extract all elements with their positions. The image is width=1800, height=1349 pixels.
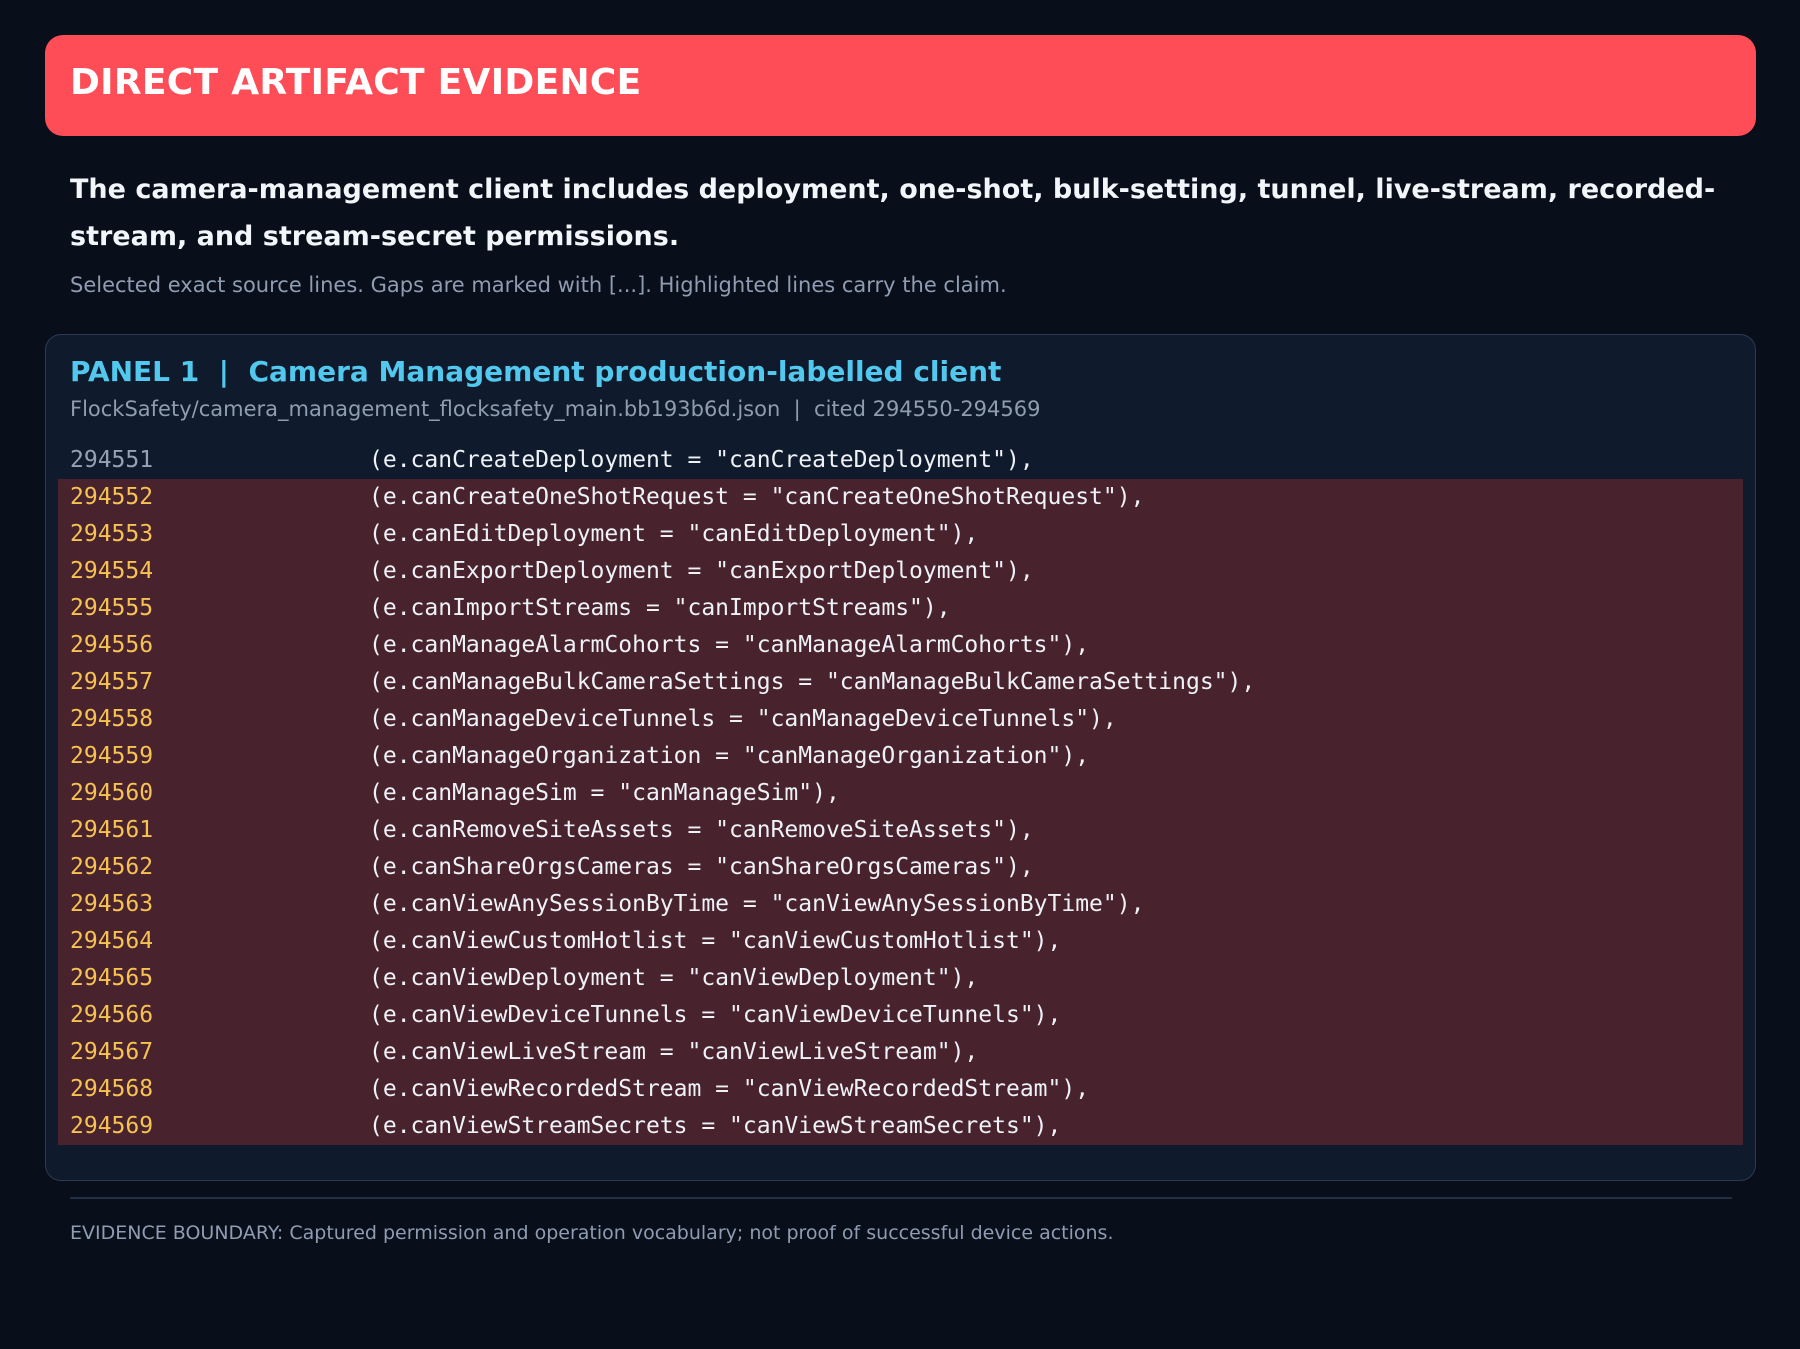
line-number: 294564 xyxy=(70,928,154,954)
line-number: 294551 xyxy=(70,447,154,473)
highlighted-code-line: 294560 (e.canManageSim = "canManageSim"), xyxy=(58,775,1743,812)
highlighted-code-line: 294563 (e.canViewAnySessionByTime = "canV… xyxy=(58,886,1743,923)
line-number: 294553 xyxy=(70,521,154,547)
highlighted-code-line: 294568 (e.canViewRecordedStream = "canVie… xyxy=(58,1071,1743,1108)
footer-divider xyxy=(70,1197,1732,1199)
line-number: 294557 xyxy=(70,669,154,695)
highlighted-code-line: 294564 (e.canViewCustomHotlist = "canView… xyxy=(58,923,1743,960)
highlighted-code-line: 294562 (e.canShareOrgsCameras = "canShare… xyxy=(58,849,1743,886)
highlighted-code-line: 294555 (e.canImportStreams = "canImportSt… xyxy=(58,590,1743,627)
line-code: (e.canRemoveSiteAssets = "canRemoveSiteA… xyxy=(369,817,1034,843)
line-code: (e.canViewDeviceTunnels = "canViewDevice… xyxy=(369,1002,1062,1028)
claim-headline: The camera-management client includes de… xyxy=(70,174,1716,252)
claim-subnote: Selected exact source lines. Gaps are ma… xyxy=(70,273,1007,297)
line-code: (e.canViewCustomHotlist = "canViewCustom… xyxy=(369,928,1062,954)
evidence-boundary-note: EVIDENCE BOUNDARY: Captured permission a… xyxy=(70,1222,1114,1244)
highlighted-code-line: 294569 (e.canViewStreamSecrets = "canView… xyxy=(58,1108,1743,1145)
line-code: (e.canManageDeviceTunnels = "canManageDe… xyxy=(369,706,1117,732)
line-number: 294569 xyxy=(70,1113,154,1139)
line-code: (e.canViewDeployment = "canViewDeploymen… xyxy=(369,965,979,991)
line-number: 294560 xyxy=(70,780,154,806)
line-code: (e.canViewAnySessionByTime = "canViewAny… xyxy=(369,891,1145,917)
highlighted-code-line: 294558 (e.canManageDeviceTunnels = "canMa… xyxy=(58,701,1743,738)
line-number: 294559 xyxy=(70,743,154,769)
line-number: 294555 xyxy=(70,595,154,621)
highlighted-code-line: 294552 (e.canCreateOneShotRequest = "canC… xyxy=(58,479,1743,516)
line-number: 294567 xyxy=(70,1039,154,1065)
panel-title: PANEL 1 | Camera Management production-l… xyxy=(70,355,1002,388)
highlighted-code-line: 294561 (e.canRemoveSiteAssets = "canRemov… xyxy=(58,812,1743,849)
highlighted-code-line: 294554 (e.canExportDeployment = "canExpor… xyxy=(58,553,1743,590)
evidence-panel: PANEL 1 | Camera Management production-l… xyxy=(45,334,1756,1181)
line-code: (e.canImportStreams = "canImportStreams"… xyxy=(369,595,951,621)
highlighted-code-line: 294565 (e.canViewDeployment = "canViewDep… xyxy=(58,960,1743,997)
line-code: (e.canCreateDeployment = "canCreateDeplo… xyxy=(369,447,1034,473)
line-number: 294558 xyxy=(70,706,154,732)
highlighted-code-line: 294567 (e.canViewLiveStream = "canViewLiv… xyxy=(58,1034,1743,1071)
code-listing: 294551 (e.canCreateDeployment = "canCreat… xyxy=(58,442,1743,1145)
banner-title: DIRECT ARTIFACT EVIDENCE xyxy=(70,62,642,103)
line-number: 294565 xyxy=(70,965,154,991)
line-number: 294563 xyxy=(70,891,154,917)
line-code: (e.canManageSim = "canManageSim"), xyxy=(369,780,840,806)
line-code: (e.canEditDeployment = "canEditDeploymen… xyxy=(369,521,979,547)
line-number: 294552 xyxy=(70,484,154,510)
highlighted-code-line: 294553 (e.canEditDeployment = "canEditDep… xyxy=(58,516,1743,553)
line-number: 294561 xyxy=(70,817,154,843)
panel-source-path: FlockSafety/camera_management_flocksafet… xyxy=(70,397,1041,421)
line-number: 294562 xyxy=(70,854,154,880)
line-number: 294568 xyxy=(70,1076,154,1102)
line-number: 294556 xyxy=(70,632,154,658)
highlighted-code-line: 294559 (e.canManageOrganization = "canMan… xyxy=(58,738,1743,775)
highlighted-code-line: 294556 (e.canManageAlarmCohorts = "canMan… xyxy=(58,627,1743,664)
line-code: (e.canManageOrganization = "canManageOrg… xyxy=(369,743,1090,769)
line-code: (e.canViewRecordedStream = "canViewRecor… xyxy=(369,1076,1090,1102)
line-code: (e.canViewStreamSecrets = "canViewStream… xyxy=(369,1113,1062,1139)
header-banner: DIRECT ARTIFACT EVIDENCE xyxy=(45,35,1756,136)
line-code: (e.canViewLiveStream = "canViewLiveStrea… xyxy=(369,1039,979,1065)
line-code: (e.canShareOrgsCameras = "canShareOrgsCa… xyxy=(369,854,1034,880)
highlighted-code-line: 294566 (e.canViewDeviceTunnels = "canView… xyxy=(58,997,1743,1034)
line-code: (e.canManageAlarmCohorts = "canManageAla… xyxy=(369,632,1090,658)
highlighted-code-line: 294557 (e.canManageBulkCameraSettings = "… xyxy=(58,664,1743,701)
line-code: (e.canManageBulkCameraSettings = "canMan… xyxy=(369,669,1256,695)
code-line: 294551 (e.canCreateDeployment = "canCreat… xyxy=(58,442,1743,479)
line-code: (e.canExportDeployment = "canExportDeplo… xyxy=(369,558,1034,584)
line-number: 294566 xyxy=(70,1002,154,1028)
line-number: 294554 xyxy=(70,558,154,584)
line-code: (e.canCreateOneShotRequest = "canCreateO… xyxy=(369,484,1145,510)
